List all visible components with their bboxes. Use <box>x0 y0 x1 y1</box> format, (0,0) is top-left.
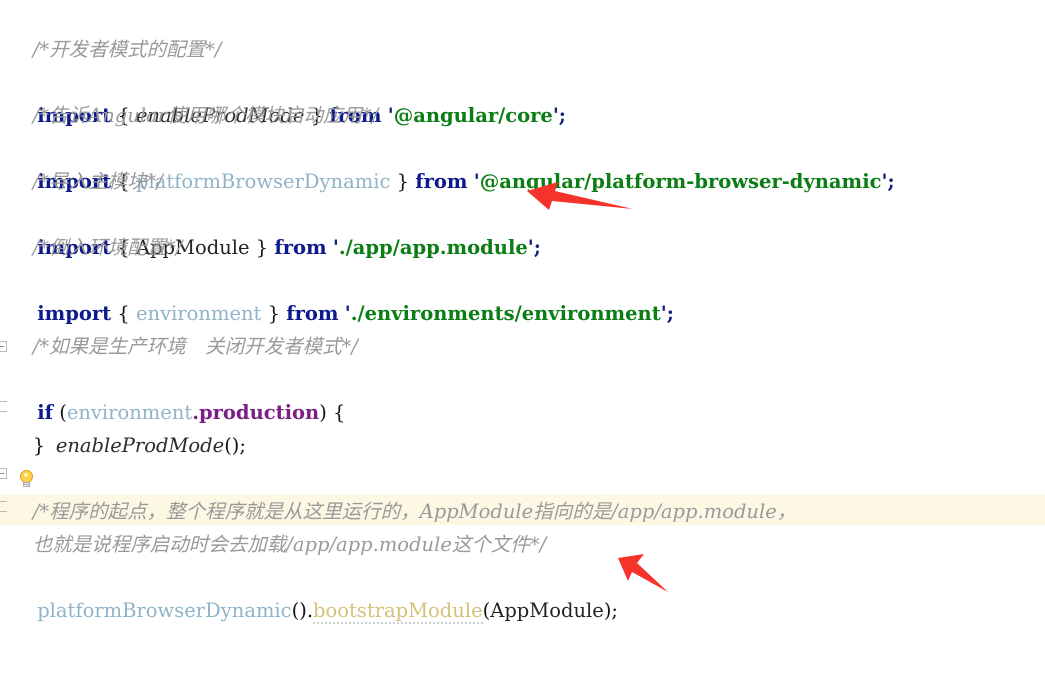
code-line[interactable]: /*告诉Angular使用哪个模块启动应用*/ <box>0 66 1045 127</box>
lightbulb-icon[interactable] <box>18 470 36 490</box>
annotation-arrow-bootstrap-arg <box>616 552 676 600</box>
code-line[interactable]: import { environment } from './environme… <box>0 231 1045 325</box>
code-line[interactable]: enableProdMode(); <box>0 363 1045 457</box>
call-parens: () <box>291 599 307 622</box>
code-line-highlighted[interactable]: 也就是说程序启动时会去加载/app/app.module这个文件*/ <box>0 495 1045 556</box>
code-line-blank[interactable] <box>0 429 1045 462</box>
annotation-arrow-app-module <box>525 180 635 220</box>
lightbulb-base <box>23 482 30 487</box>
semicolon: ; <box>611 599 618 622</box>
code-line-blank[interactable] <box>0 264 1045 297</box>
code-editor[interactable]: /*开发者模式的配置*/ import { enableProdMode } f… <box>0 0 1045 624</box>
code-line[interactable]: /*导入主模块*/ <box>0 132 1045 193</box>
code-line[interactable]: /*如果是生产环境 关闭开发者模式*/ <box>0 297 1045 358</box>
code-line[interactable]: /*倒入环境配置*/ <box>0 198 1045 259</box>
object-platform-browser-dynamic: platformBrowserDynamic <box>37 599 292 622</box>
code-line[interactable]: platformBrowserDynamic().bootstrapModule… <box>0 528 1045 624</box>
code-line[interactable]: /*程序的起点，整个程序就是从这里运行的，AppModule指向的是/app/a… <box>0 462 1045 523</box>
argument-app-module: AppModule <box>490 599 604 622</box>
code-line[interactable]: import { AppModule } from './app/app.mod… <box>0 165 1045 259</box>
code-line[interactable]: if (environment.production) { <box>0 330 1045 424</box>
code-line[interactable]: } <box>0 396 1045 457</box>
code-line[interactable]: import { platformBrowserDynamic } from '… <box>0 99 1045 193</box>
method-bootstrap-module: bootstrapModule <box>313 599 483 624</box>
code-line[interactable]: /*开发者模式的配置*/ <box>0 0 1045 61</box>
code-line[interactable]: import { enableProdMode } from '@angular… <box>0 33 1045 127</box>
